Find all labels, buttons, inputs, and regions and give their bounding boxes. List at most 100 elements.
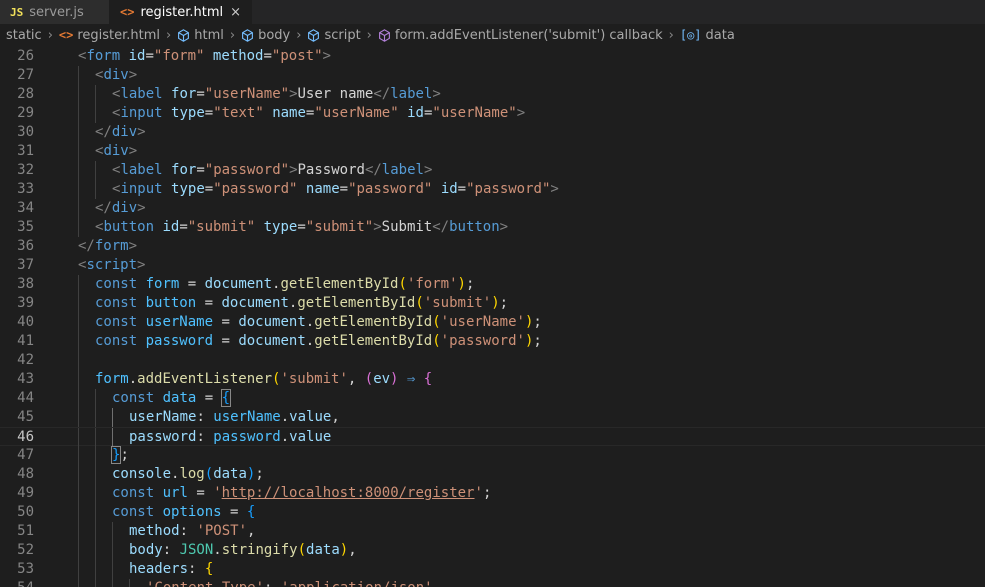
tab-register-html[interactable]: <> register.html ×: [110, 0, 252, 24]
code-token: getElementById: [280, 276, 399, 292]
indent-guide: [78, 275, 79, 294]
code-line[interactable]: 46 password: password.value: [0, 427, 985, 447]
breadcrumb-item-html[interactable]: html: [177, 28, 224, 43]
code-token: :: [196, 409, 214, 425]
indent-guide: [78, 161, 79, 180]
code-text: password: password.value: [129, 428, 331, 447]
breadcrumb-item-static[interactable]: static: [6, 28, 42, 43]
code-token: =: [221, 504, 247, 520]
indent-guide: [78, 313, 79, 332]
indent-guide: [95, 408, 96, 427]
indent-guide: [78, 428, 79, 447]
code-line[interactable]: 51 method: 'POST',: [0, 522, 985, 541]
code-token: ): [457, 276, 466, 292]
code-token: >: [137, 200, 146, 216]
breadcrumb-item-data[interactable]: [◎] data: [680, 28, 735, 43]
code-token: .: [280, 409, 290, 425]
chevron-right-icon: ›: [366, 27, 372, 43]
code-token: (: [398, 276, 407, 292]
code-token: console: [112, 466, 172, 482]
code-token: >: [516, 105, 526, 121]
chevron-right-icon: ›: [668, 27, 674, 43]
code-line[interactable]: 54 'Content-Type': 'application/json': [0, 579, 985, 587]
code-token: >: [137, 124, 146, 140]
indent-guide: [112, 579, 113, 587]
code-token: div: [111, 124, 138, 140]
breadcrumb-label: html: [194, 27, 224, 43]
code-token: =: [204, 181, 214, 197]
code-line[interactable]: 30 </div>: [0, 123, 985, 142]
breadcrumb-item-script[interactable]: script: [307, 28, 361, 43]
code-line[interactable]: 28 <label for="userName">User name</label…: [0, 85, 985, 104]
code-line[interactable]: 42: [0, 351, 985, 370]
code-line[interactable]: 26 <form id="form" method="post">: [0, 47, 985, 66]
code-token: =: [213, 314, 239, 330]
code-token: const: [112, 390, 155, 406]
close-tab-icon[interactable]: ×: [230, 5, 241, 20]
indent-guide: [78, 408, 79, 427]
code-token: ': [474, 485, 483, 501]
indent-guide: [78, 560, 79, 579]
breadcrumb-item-body[interactable]: body: [241, 28, 290, 43]
code-token: id: [407, 105, 424, 121]
indent-guide: [95, 180, 96, 199]
chevron-right-icon: ›: [296, 27, 302, 43]
code-token: id: [440, 181, 458, 197]
code-line[interactable]: 43 form.addEventListener('submit', (ev) ⇒…: [0, 370, 985, 389]
code-line[interactable]: 27 <div>: [0, 66, 985, 85]
code-token: log: [179, 466, 205, 482]
indent-guide: [112, 560, 113, 579]
code-token: addEventListener: [137, 371, 273, 387]
tab-server-js[interactable]: JS server.js: [0, 0, 110, 24]
line-number: 41: [17, 333, 34, 349]
line-number: 44: [17, 390, 34, 406]
line-number: 50: [17, 504, 34, 520]
code-line[interactable]: 34 </div>: [0, 199, 985, 218]
breadcrumb-label: register.html: [77, 27, 161, 43]
code-token: label: [120, 86, 163, 102]
line-number: 32: [17, 162, 34, 178]
breadcrumb-item-callback[interactable]: form.addEventListener('submit') callback: [378, 28, 663, 43]
code-line[interactable]: 39 const button = document.getElementById…: [0, 294, 985, 313]
code-line[interactable]: 50 const options = {: [0, 503, 985, 522]
code-token: .: [305, 314, 315, 330]
code-editor[interactable]: 26 <form id="form" method="post"> 27 <div> 2…: [0, 46, 985, 587]
code-line[interactable]: 29 <input type="text" name="userName" id=…: [0, 104, 985, 123]
code-token: =: [213, 333, 239, 349]
code-line[interactable]: 37 <script>: [0, 256, 985, 275]
indent-guide: [78, 503, 79, 522]
indent-guide: [95, 428, 96, 447]
code-line[interactable]: 49 const url = 'http://localhost:8000/reg…: [0, 484, 985, 503]
code-line[interactable]: 36 </form>: [0, 237, 985, 256]
breadcrumb-item-register-html[interactable]: <> register.html: [59, 28, 160, 43]
code-line[interactable]: 48 console.log(data);: [0, 465, 985, 484]
code-token: >: [128, 238, 138, 254]
code-line[interactable]: 38 const form = document.getElementById('…: [0, 275, 985, 294]
code-token: const: [95, 295, 138, 311]
code-line[interactable]: 47};: [0, 446, 985, 465]
code-line[interactable]: 41 const password = document.getElementBy…: [0, 332, 985, 351]
code-line[interactable]: 40 const userName = document.getElementBy…: [0, 313, 985, 332]
code-line[interactable]: 44 const data = {: [0, 389, 985, 408]
code-line[interactable]: 35 <button id="submit" type="submit">Subm…: [0, 218, 985, 237]
code-line[interactable]: 33 <input type="password" name="password"…: [0, 180, 985, 199]
code-token: "password": [348, 181, 433, 197]
code-line[interactable]: 31 <div>: [0, 142, 985, 161]
code-line[interactable]: 45 userName: userName.value,: [0, 408, 985, 427]
code-line[interactable]: 53 headers: {: [0, 560, 985, 579]
code-line[interactable]: 52 body: JSON.stringify(data),: [0, 541, 985, 560]
code-token: for: [171, 162, 197, 178]
code-token: =: [196, 295, 222, 311]
code-token: label: [381, 162, 424, 178]
code-token: ,: [247, 523, 256, 539]
code-token: :: [188, 561, 205, 577]
line-number: 36: [17, 238, 34, 254]
code-line[interactable]: 32 <label for="password">Password</label>: [0, 161, 985, 180]
indent-guide: [78, 123, 79, 142]
line-number: 26: [17, 48, 34, 64]
code-token: 'submit': [280, 371, 348, 387]
